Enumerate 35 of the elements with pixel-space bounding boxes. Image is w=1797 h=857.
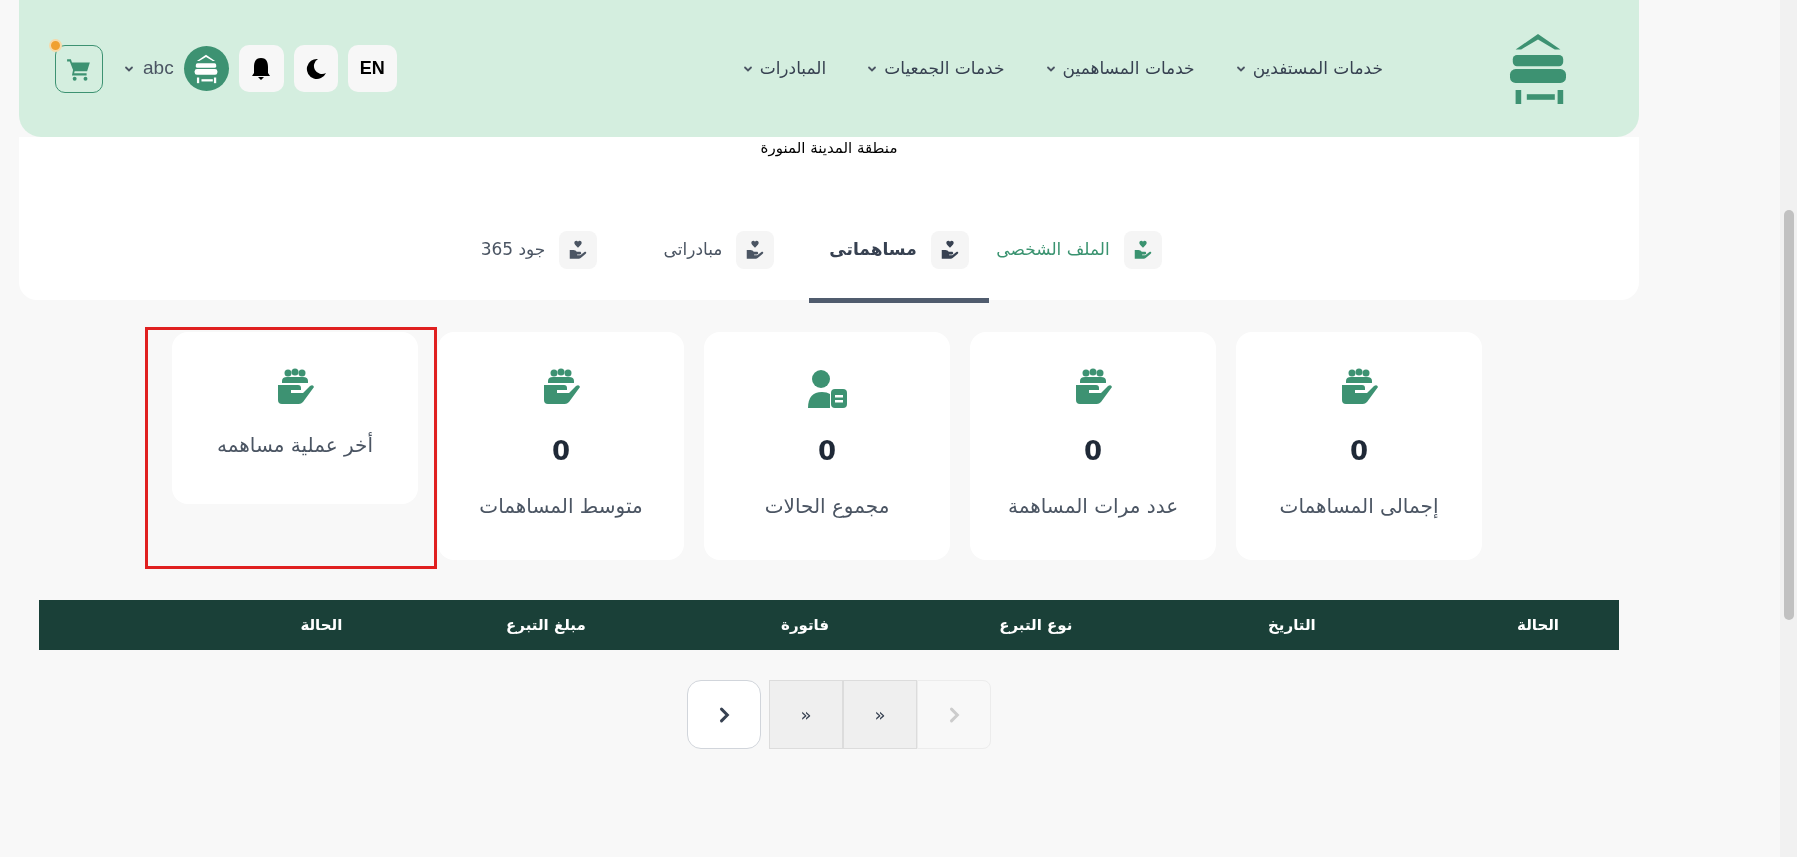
stat-label: أخر عملية مساهمه <box>217 431 373 459</box>
nav-menu[interactable]: خدمات المساهمين <box>1044 55 1195 82</box>
bell-icon <box>250 56 273 81</box>
stat-label: متوسط المساهمات <box>479 493 643 520</box>
nav-menu[interactable]: خدمات الجمعيات <box>866 55 1005 82</box>
column-header: مبلغ التبرع <box>505 614 586 636</box>
tab[interactable]: مساهماتى <box>809 221 989 303</box>
tab[interactable]: جود 365 <box>449 221 629 303</box>
pagination-button[interactable]: « <box>769 680 843 749</box>
column-header: الحالة <box>1516 614 1559 636</box>
language-button[interactable]: EN <box>347 45 397 92</box>
scrollbar-thumb[interactable] <box>1783 210 1794 620</box>
column-header: الحالة <box>299 614 343 636</box>
dark-mode-button[interactable] <box>293 45 338 92</box>
tab[interactable]: مبادراتى <box>629 221 809 303</box>
scrollbar[interactable] <box>1780 0 1797 857</box>
stat-value: 0 <box>1349 435 1369 468</box>
notifications-button[interactable] <box>238 45 284 92</box>
column-header: التاريخ <box>1267 614 1316 636</box>
stat-value: 0 <box>551 435 571 468</box>
column-header: نوع التبرع <box>998 614 1073 636</box>
stat-label: إجمالى المساهمات <box>1279 493 1439 520</box>
tab[interactable]: الملف الشخصى <box>989 221 1169 303</box>
user-menu[interactable]: abc <box>123 54 174 83</box>
pagination-button[interactable]: « <box>843 680 917 749</box>
stat-label: مجموع الحالات <box>764 493 890 520</box>
region-text: منطقة المدينة المنورة <box>760 138 898 159</box>
nav-menu[interactable]: المبادرات <box>741 55 827 82</box>
avatar[interactable] <box>183 46 229 91</box>
person-card-icon <box>806 368 848 410</box>
stat-value: 0 <box>1083 435 1103 468</box>
stat-label: عدد مرات المساهمة <box>1007 493 1179 520</box>
nav-menu[interactable]: خدمات المستفدين <box>1234 55 1383 82</box>
stat-value: 0 <box>817 435 837 468</box>
column-header: فاتورة <box>780 614 829 636</box>
